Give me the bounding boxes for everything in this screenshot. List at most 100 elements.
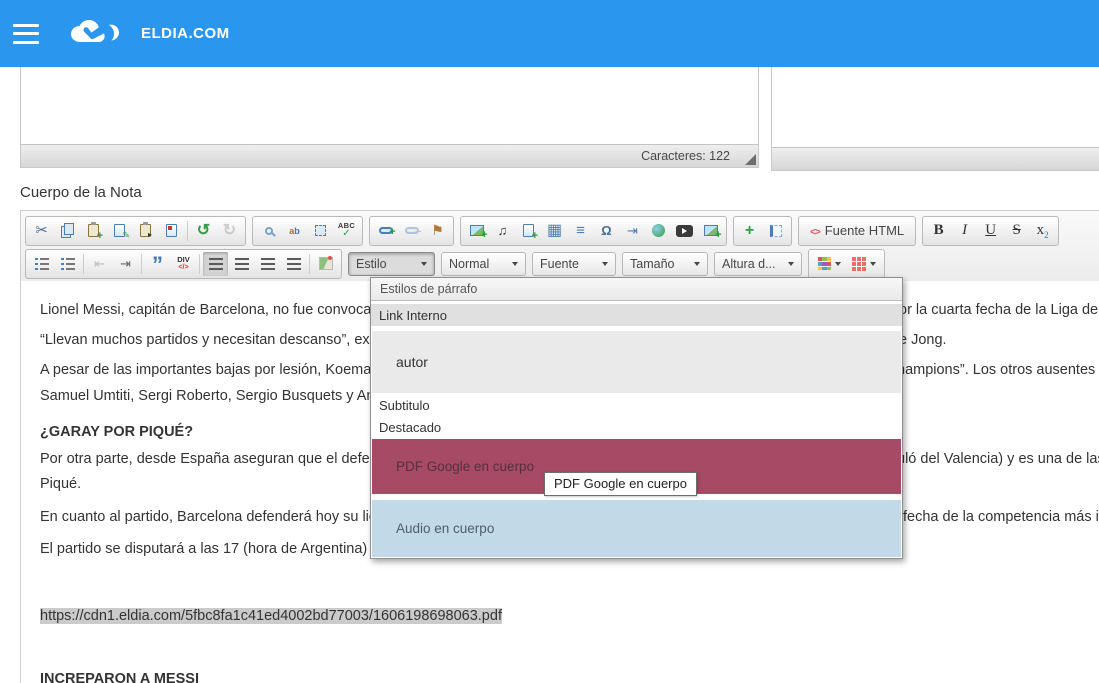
paragraph-line: El partido se disputará a las 17 (hora d…: [40, 541, 400, 557]
title-textarea-panel[interactable]: Caracteres: 122: [20, 67, 759, 168]
link-group: [369, 216, 454, 246]
show-blocks-button[interactable]: [763, 219, 788, 243]
chevron-down-icon: [788, 262, 794, 266]
paste-from-word-button[interactable]: [133, 219, 158, 243]
italic-button[interactable]: I: [952, 219, 977, 243]
style-option-subtitulo[interactable]: Subtitulo: [371, 394, 902, 416]
chevron-down-icon: [694, 262, 700, 266]
redo-icon: [223, 222, 236, 240]
strikethrough-button[interactable]: S: [1004, 219, 1029, 243]
align-right-button[interactable]: [255, 252, 280, 276]
size-combo[interactable]: Tamaño: [622, 252, 708, 276]
replace-button[interactable]: ab: [282, 219, 307, 243]
font-combo[interactable]: Fuente: [532, 252, 616, 276]
paragraph-line: Piqué.: [40, 476, 81, 492]
chevron-down-icon: [421, 262, 427, 266]
chevron-down-icon: [835, 262, 841, 266]
style-option-audio[interactable]: Audio en cuerpo: [372, 500, 901, 557]
html-source-button[interactable]: Fuente HTML: [802, 218, 912, 244]
justify-button[interactable]: [281, 252, 306, 276]
separator: [141, 254, 142, 274]
insert-group: [460, 216, 727, 246]
align-left-button[interactable]: [203, 252, 228, 276]
html-source-label: Fuente HTML: [825, 223, 904, 238]
word-doc-button[interactable]: [159, 219, 184, 243]
special-char-button[interactable]: [594, 219, 619, 243]
selected-pdf-url[interactable]: https://cdn1.eldia.com/5fbc8fa1c41ed4002…: [40, 608, 502, 624]
insert-media-button[interactable]: [490, 219, 515, 243]
style-option-destacado[interactable]: Destacado: [371, 416, 902, 438]
view-group: [733, 216, 792, 246]
separator: [309, 254, 310, 274]
subscript-button[interactable]: x2: [1030, 219, 1055, 243]
style-option-link-interno[interactable]: Link Interno: [371, 304, 902, 326]
pdf-url-line: https://cdn1.eldia.com/5fbc8fa1c41ed4002…: [40, 608, 502, 624]
horizontal-rule-icon: [576, 222, 585, 240]
eldia-cloud-logo: [66, 16, 128, 52]
redo-button[interactable]: [217, 219, 242, 243]
maximize-button[interactable]: [737, 219, 762, 243]
outdent-icon: [94, 255, 105, 273]
underline-button[interactable]: U: [978, 219, 1003, 243]
insert-map-button[interactable]: [313, 252, 338, 276]
horizontal-rule-button[interactable]: [568, 219, 593, 243]
unlink-icon: [405, 227, 419, 234]
toolbar-row-2: DIV</> Estilo Normal: [25, 247, 1099, 280]
iframe-button[interactable]: [646, 219, 671, 243]
indent-button[interactable]: [113, 252, 138, 276]
embed-image-button[interactable]: [698, 219, 723, 243]
insert-image-button[interactable]: [464, 219, 489, 243]
format-combo[interactable]: Normal: [441, 252, 526, 276]
image-icon: [470, 225, 484, 236]
char-count-bar: Caracteres: 122: [21, 144, 758, 167]
line-height-combo[interactable]: Altura d...: [714, 252, 802, 276]
undo-button[interactable]: [191, 219, 216, 243]
show-blocks-icon: [770, 225, 782, 237]
find-button[interactable]: [256, 219, 281, 243]
div-container-button[interactable]: DIV</>: [171, 252, 196, 276]
insert-link-button[interactable]: [373, 219, 398, 243]
table-icon: [547, 222, 562, 240]
page-plus-icon: [523, 224, 534, 237]
youtube-button[interactable]: [672, 219, 697, 243]
maps-icon: [319, 257, 333, 270]
paste-plain-text-button[interactable]: [107, 219, 132, 243]
section-label: Cuerpo de la Nota: [20, 184, 142, 201]
undo-icon: [197, 222, 210, 240]
select-all-icon: [315, 225, 326, 236]
highlight-table-button[interactable]: [847, 252, 881, 276]
styles-combo[interactable]: Estilo: [348, 252, 435, 276]
align-right-icon: [261, 258, 275, 270]
spellcheck-button[interactable]: ABC✓: [334, 219, 359, 243]
unlink-button[interactable]: [399, 219, 424, 243]
outdent-button[interactable]: [87, 252, 112, 276]
hamburger-menu-icon[interactable]: [13, 24, 39, 44]
cut-button[interactable]: [29, 219, 54, 243]
color-group: [808, 249, 885, 279]
bullet-list-button[interactable]: [55, 252, 80, 276]
paragraph-fragment: fecha de la competencia más imp: [903, 509, 1099, 525]
select-all-button[interactable]: [308, 219, 333, 243]
youtube-icon: [676, 225, 693, 237]
source-group: Fuente HTML: [798, 216, 916, 246]
blockquote-button[interactable]: [145, 252, 170, 276]
anchor-button[interactable]: [425, 219, 450, 243]
style-option-autor[interactable]: autor: [372, 331, 901, 393]
page-break-button[interactable]: [620, 219, 645, 243]
align-left-icon: [209, 258, 223, 270]
insert-page-button[interactable]: [516, 219, 541, 243]
insert-table-button[interactable]: [542, 219, 567, 243]
paste-button[interactable]: [81, 219, 106, 243]
secondary-textarea-panel[interactable]: [771, 67, 1099, 171]
align-center-button[interactable]: [229, 252, 254, 276]
numbered-list-button[interactable]: [29, 252, 54, 276]
resize-handle[interactable]: [745, 154, 756, 165]
numbered-list-icon: [35, 258, 49, 270]
text-color-button[interactable]: [812, 252, 846, 276]
underline-icon: U: [985, 222, 996, 239]
copy-button[interactable]: [55, 219, 80, 243]
omega-icon: [601, 222, 611, 240]
italic-icon: I: [962, 222, 967, 239]
page-break-icon: [627, 222, 638, 240]
bold-button[interactable]: B: [926, 219, 951, 243]
